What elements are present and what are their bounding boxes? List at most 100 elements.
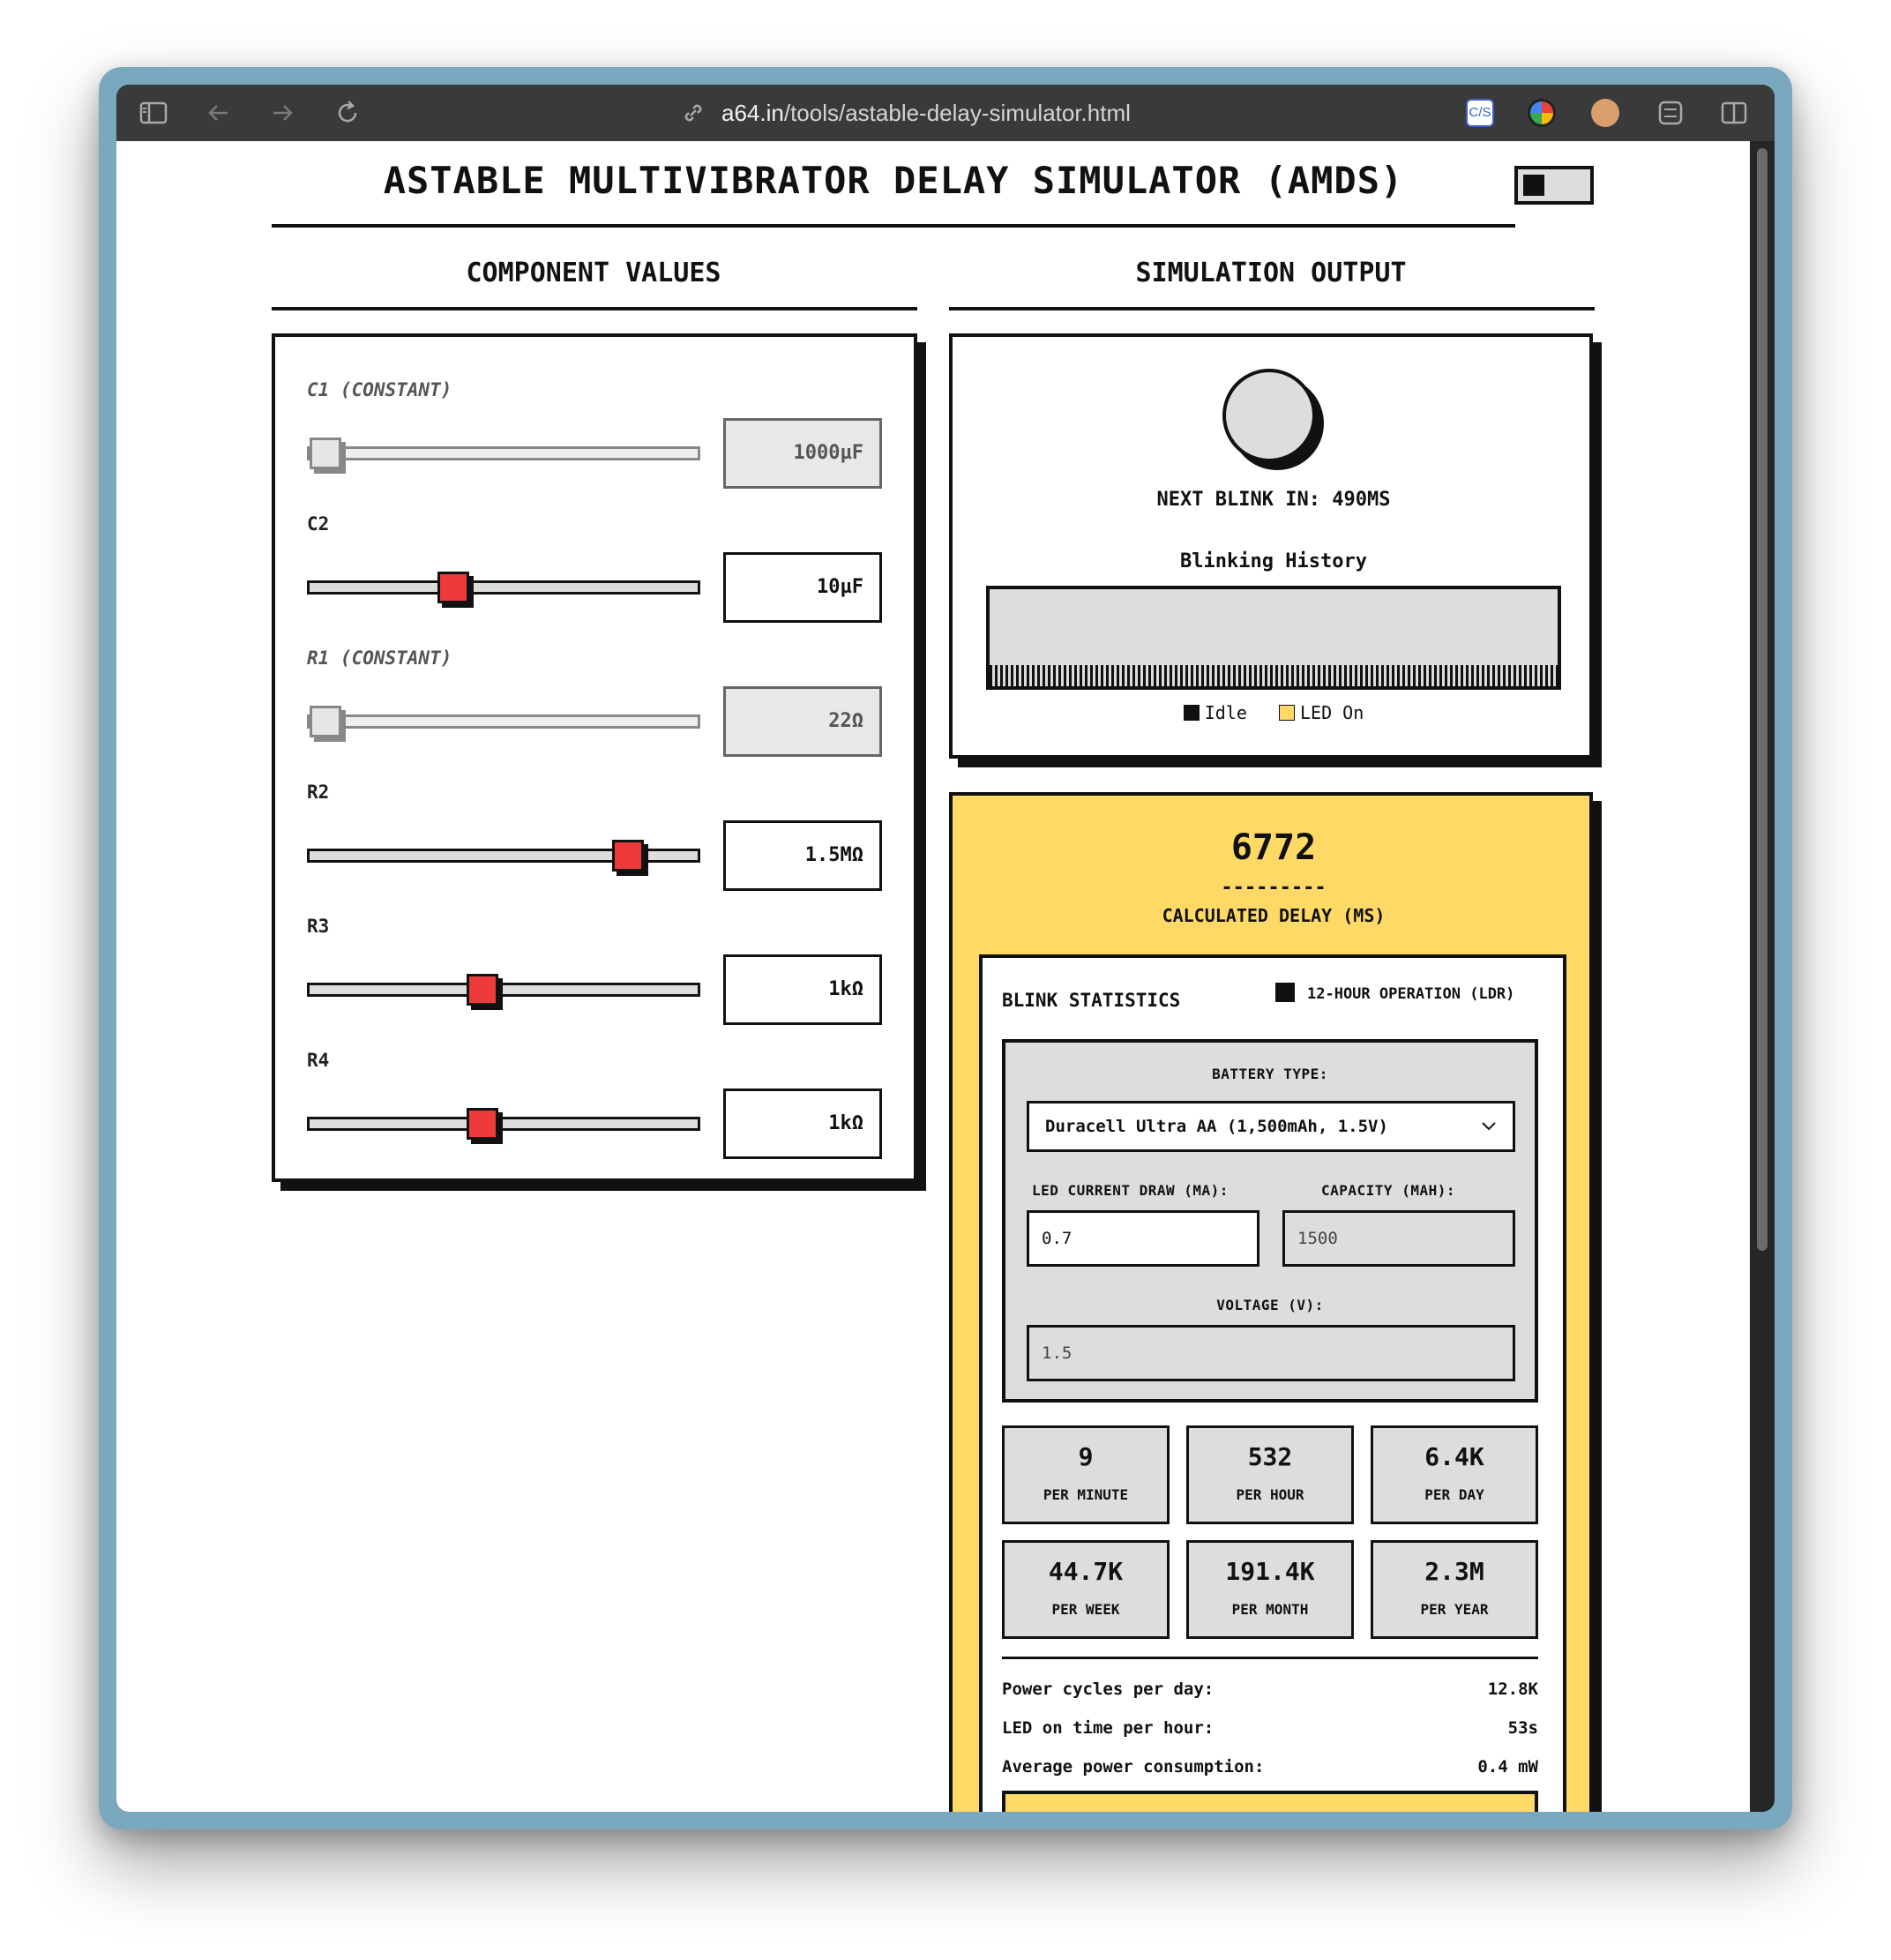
component-value-input[interactable]: 1.5MΩ — [723, 820, 882, 891]
link-icon — [677, 97, 709, 129]
simulation-output-panel: NEXT BLINK IN: 490MS Blinking History Id… — [949, 333, 1593, 759]
stat-value: 9 — [1078, 1442, 1094, 1471]
led-current-input[interactable]: 0.7 — [1027, 1210, 1259, 1267]
scrollbar-thumb[interactable] — [1757, 148, 1768, 1251]
component-values-panel: C1 (CONSTANT) 1000µF C2 10µF R1 (CONSTANT) 22… — [272, 333, 917, 1182]
stat-tile: 44.7K PER WEEK — [1002, 1540, 1170, 1639]
slider-thumb[interactable] — [310, 706, 341, 737]
back-arrow-icon[interactable] — [203, 97, 235, 129]
component-value-input[interactable]: 10µF — [723, 552, 882, 623]
history-legend: Idle LED On — [953, 702, 1595, 723]
avatar-extension-icon[interactable] — [1591, 99, 1619, 127]
stat-label: PER DAY — [1424, 1486, 1484, 1503]
stat-label: PER MINUTE — [1043, 1486, 1129, 1503]
theme-toggle[interactable] — [1514, 166, 1594, 205]
led-on-swatch — [1279, 705, 1296, 721]
summary-row: LED on time per hour: 53s — [1002, 1718, 1538, 1738]
legend-idle-label: Idle — [1204, 702, 1247, 723]
summary-label: Power cycles per day: — [1002, 1679, 1215, 1699]
forward-arrow-icon[interactable] — [266, 97, 298, 129]
component-slider[interactable] — [307, 840, 700, 872]
stat-label: PER WEEK — [1051, 1601, 1120, 1618]
slider-thumb[interactable] — [466, 1108, 498, 1140]
stat-value: 191.4K — [1225, 1557, 1315, 1586]
battery-life-bar — [1002, 1791, 1538, 1812]
summary-value: 0.4 mW — [1477, 1757, 1538, 1777]
component-label: R4 — [307, 1050, 330, 1071]
stat-tile: 532 PER HOUR — [1186, 1425, 1354, 1524]
blink-statistics-title: BLINK STATISTICS — [1002, 990, 1181, 1011]
page-content: ASTABLE MULTIVIBRATOR DELAY SIMULATOR (A… — [116, 141, 1750, 1812]
calculated-delay-value: 6772 — [1230, 827, 1317, 868]
page-title: ASTABLE MULTIVIBRATOR DELAY SIMULATOR (A… — [383, 159, 1404, 202]
component-value-input[interactable]: 1kΩ — [723, 954, 882, 1025]
voltage-label: VOLTAGE (V): — [1216, 1297, 1324, 1313]
capacity-label: CAPACITY (MAH): — [1321, 1182, 1455, 1199]
next-blink-text: NEXT BLINK IN: 490MS — [1156, 489, 1391, 511]
led-indicator — [1222, 369, 1316, 462]
battery-config: BATTERY TYPE: Duracell Ultra AA (1,500mA… — [1002, 1039, 1538, 1403]
slider-thumb[interactable] — [466, 974, 498, 1006]
capacity-input[interactable]: 1500 — [1282, 1210, 1515, 1267]
summary-value: 53s — [1507, 1718, 1538, 1738]
component-slider[interactable] — [307, 438, 700, 469]
simulation-output-heading: SIMULATION OUTPUT — [1135, 258, 1407, 288]
component-slider[interactable] — [307, 572, 700, 603]
stat-value: 6.4K — [1424, 1442, 1484, 1471]
summary-row: Average power consumption: 0.4 mW — [1002, 1757, 1538, 1777]
battery-type-label: BATTERY TYPE: — [1212, 1066, 1328, 1082]
component-slider[interactable] — [307, 1108, 700, 1140]
stat-tile: 9 PER MINUTE — [1002, 1425, 1170, 1524]
component-value-input[interactable]: 1000µF — [723, 418, 882, 489]
color-extension-icon[interactable] — [1528, 99, 1556, 127]
settings-panel-icon[interactable] — [1655, 97, 1686, 129]
browser-window: a64.in/tools/astable-delay-simulator.htm… — [116, 85, 1775, 1812]
component-label: R3 — [307, 916, 330, 937]
blinking-history-chart — [986, 586, 1561, 690]
battery-selected-value: Duracell Ultra AA (1,500mAh, 1.5V) — [1045, 1117, 1388, 1136]
extension-cs-icon[interactable]: C/S — [1466, 99, 1494, 127]
simulation-output-divider — [949, 307, 1595, 310]
component-label: C1 (CONSTANT) — [307, 379, 452, 400]
url-host: a64.in — [721, 100, 784, 126]
delay-panel: 6772 --------- CALCULATED DELAY (MS) BLI… — [949, 792, 1593, 1812]
reload-icon[interactable] — [332, 97, 363, 129]
stat-label: PER HOUR — [1236, 1486, 1304, 1503]
ldr-toggle[interactable]: 12-HOUR OPERATION (LDR) — [1275, 983, 1514, 1003]
component-values-heading: COMPONENT VALUES — [466, 258, 721, 288]
legend-led-on-label: LED On — [1300, 702, 1364, 723]
address-bar[interactable]: a64.in/tools/astable-delay-simulator.htm… — [721, 97, 1268, 129]
stat-value: 532 — [1247, 1442, 1293, 1471]
voltage-input[interactable]: 1.5 — [1027, 1325, 1515, 1381]
blink-statistics-card: BLINK STATISTICS 12-HOUR OPERATION (LDR)… — [979, 954, 1566, 1812]
summary-row: Power cycles per day: 12.8K — [1002, 1679, 1538, 1699]
slider-thumb[interactable] — [437, 572, 470, 603]
sidebar-toggle-icon[interactable] — [138, 97, 169, 129]
split-view-icon[interactable] — [1718, 97, 1750, 129]
stat-tile: 6.4K PER DAY — [1371, 1425, 1538, 1524]
blinking-history-title: Blinking History — [1180, 550, 1367, 572]
calculated-delay-label: CALCULATED DELAY (MS) — [1162, 905, 1386, 926]
stat-label: PER YEAR — [1420, 1601, 1489, 1618]
stat-value: 2.3M — [1424, 1557, 1484, 1586]
component-slider[interactable] — [307, 706, 700, 737]
component-slider[interactable] — [307, 974, 700, 1006]
component-value-input[interactable]: 1kΩ — [723, 1088, 882, 1159]
ldr-checkbox[interactable] — [1275, 983, 1295, 1002]
component-label: R1 (CONSTANT) — [307, 647, 452, 669]
vertical-scrollbar[interactable] — [1750, 141, 1775, 1812]
battery-type-select[interactable]: Duracell Ultra AA (1,500mAh, 1.5V) — [1027, 1101, 1515, 1152]
idle-swatch — [1183, 705, 1200, 721]
toggle-knob — [1523, 175, 1544, 196]
slider-thumb[interactable] — [612, 840, 645, 872]
slider-thumb[interactable] — [310, 438, 341, 469]
component-label: C2 — [307, 513, 330, 535]
history-bars — [990, 665, 1558, 686]
summary-divider — [1002, 1657, 1538, 1659]
summary-label: LED on time per hour: — [1002, 1718, 1215, 1738]
stat-value: 44.7K — [1048, 1557, 1124, 1586]
component-value-input[interactable]: 22Ω — [723, 686, 882, 757]
led-current-label: LED CURRENT DRAW (MA): — [1032, 1182, 1229, 1199]
summary-label: Average power consumption: — [1002, 1757, 1265, 1777]
stat-label: PER MONTH — [1231, 1601, 1309, 1618]
